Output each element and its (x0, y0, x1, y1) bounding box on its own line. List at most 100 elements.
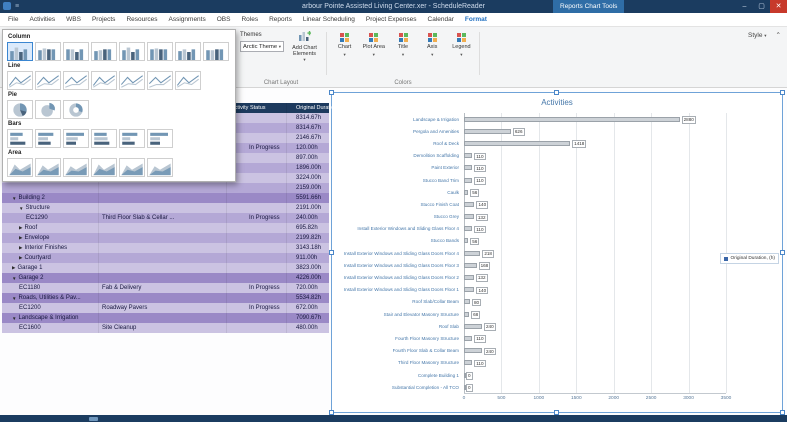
maximize-button[interactable]: ▢ (753, 0, 770, 13)
context-tab-reports-chart-tools[interactable]: Reports Chart Tools (553, 0, 625, 13)
tab-projects[interactable]: Projects (92, 16, 115, 23)
table-row[interactable]: ▶ Interior Finishes 3143.18h (2, 243, 329, 253)
tab-assignments[interactable]: Assignments (169, 16, 206, 23)
duration-column-header[interactable]: Original Duration (286, 103, 337, 113)
minimize-button[interactable]: – (736, 0, 753, 13)
table-row[interactable]: ▶ Courtyard 911.00h (2, 253, 329, 263)
bars-chart-icon[interactable] (7, 129, 33, 148)
collapse-ribbon-icon[interactable]: ⌃ (776, 31, 781, 39)
pie-chart-icon[interactable] (7, 100, 33, 119)
bars-chart-icon[interactable] (119, 129, 145, 148)
bar[interactable] (464, 214, 474, 220)
column-chart-icon[interactable] (35, 42, 61, 61)
table-row[interactable]: ▼ Structure 2191.00h (2, 203, 329, 213)
tab-roles[interactable]: Roles (241, 16, 258, 23)
bar[interactable] (464, 348, 482, 354)
bars-chart-icon[interactable] (91, 129, 117, 148)
selection-handle[interactable] (329, 249, 334, 255)
area-chart-icon[interactable] (119, 158, 145, 177)
bar[interactable] (464, 238, 469, 244)
bar[interactable] (464, 299, 470, 305)
collapse-arrow-icon[interactable]: ▼ (19, 206, 23, 211)
tab-file[interactable]: File (8, 16, 18, 23)
collapse-arrow-icon[interactable]: ▼ (12, 276, 16, 281)
table-row[interactable]: EC1600 Site Cleanup 480.00h (2, 323, 329, 333)
bar[interactable] (464, 360, 473, 366)
selection-handle[interactable] (554, 90, 559, 95)
expand-arrow-icon[interactable]: ▶ (19, 235, 22, 241)
column-chart-icon[interactable] (7, 42, 33, 61)
expand-arrow-icon[interactable]: ▶ (12, 265, 15, 271)
chart-legend[interactable]: Original Duration, (h) (720, 253, 779, 264)
line-chart-icon[interactable] (7, 71, 33, 90)
table-row[interactable]: EC1200 Roadway Pavers In Progress 672.00h (2, 303, 329, 313)
plot-area-color-button[interactable]: Plot Area ▾ (359, 30, 388, 76)
table-row[interactable]: ▼ Garage 2 4226.00h (2, 273, 329, 283)
bar[interactable] (464, 165, 473, 171)
table-row[interactable]: ▼ Building 2 5591.66h (2, 193, 329, 203)
table-row[interactable]: EC1180 Fab & Delivery In Progress 720.00h (2, 283, 329, 293)
tab-reports[interactable]: Reports (269, 16, 292, 23)
bar[interactable] (464, 275, 474, 281)
bar[interactable] (464, 153, 473, 159)
tab-linear-scheduling[interactable]: Linear Scheduling (303, 16, 355, 23)
area-chart-icon[interactable] (35, 158, 61, 177)
area-chart-icon[interactable] (63, 158, 89, 177)
bar[interactable] (464, 116, 680, 122)
expand-arrow-icon[interactable]: ▶ (19, 245, 22, 251)
table-row[interactable]: ▶ Garage 1 3823.00h (2, 263, 329, 273)
bar[interactable] (464, 201, 475, 207)
table-row[interactable]: 2159.00h (2, 183, 329, 193)
bar[interactable] (464, 323, 482, 329)
column-chart-icon[interactable] (147, 42, 173, 61)
tab-resources[interactable]: Resources (126, 16, 157, 23)
table-row[interactable]: EC1290 Third Floor Slab & Cellar ... In Pr… (2, 213, 329, 223)
style-button[interactable]: Style ▾ (748, 32, 767, 39)
line-chart-icon[interactable] (147, 71, 173, 90)
tab-obs[interactable]: OBS (217, 16, 231, 23)
collapse-arrow-icon[interactable]: ▼ (12, 316, 16, 321)
themes-select[interactable]: Arctic Theme ▾ (240, 41, 284, 52)
bar[interactable] (464, 262, 477, 268)
pie-chart-icon[interactable] (63, 100, 89, 119)
bar[interactable] (464, 250, 481, 256)
collapse-arrow-icon[interactable]: ▼ (12, 296, 16, 301)
line-chart-icon[interactable] (175, 71, 201, 90)
area-chart-icon[interactable] (147, 158, 173, 177)
column-chart-icon[interactable] (91, 42, 117, 61)
tab-calendar[interactable]: Calendar (428, 16, 454, 23)
chart-color-button[interactable]: Chart ▾ (330, 30, 359, 76)
bars-chart-icon[interactable] (63, 129, 89, 148)
title-color-button[interactable]: Title ▾ (388, 30, 417, 76)
bar[interactable] (464, 128, 511, 134)
bar[interactable] (464, 287, 475, 293)
selection-handle[interactable] (780, 90, 785, 95)
bar[interactable] (464, 189, 469, 195)
area-chart-icon[interactable] (7, 158, 33, 177)
legend-color-button[interactable]: Legend ▾ (447, 30, 476, 76)
add-chart-elements-button[interactable]: Add Chart Elements ▾ (286, 30, 323, 77)
tab-wbs[interactable]: WBS (66, 16, 81, 23)
bar[interactable] (464, 311, 470, 317)
tab-activities[interactable]: Activities (29, 16, 55, 23)
selection-handle[interactable] (329, 90, 334, 95)
pie-chart-icon[interactable] (35, 100, 61, 119)
line-chart-icon[interactable] (91, 71, 117, 90)
bars-chart-icon[interactable] (147, 129, 173, 148)
line-chart-icon[interactable] (63, 71, 89, 90)
tab-project-expenses[interactable]: Project Expenses (366, 16, 417, 23)
line-chart-icon[interactable] (119, 71, 145, 90)
axis-color-button[interactable]: Axis ▾ (418, 30, 447, 76)
bar[interactable] (464, 140, 571, 146)
area-chart-icon[interactable] (91, 158, 117, 177)
expand-arrow-icon[interactable]: ▶ (19, 255, 22, 261)
table-row[interactable]: ▼ Landscape & Irrigation 7090.67h (2, 313, 329, 323)
column-chart-icon[interactable] (175, 42, 201, 61)
expand-arrow-icon[interactable]: ▶ (19, 225, 22, 231)
column-chart-icon[interactable] (63, 42, 89, 61)
bar[interactable] (464, 226, 473, 232)
tab-format[interactable]: Format (465, 16, 487, 23)
bar[interactable] (464, 335, 473, 341)
close-button[interactable]: ✕ (770, 0, 787, 13)
selection-handle[interactable] (780, 249, 785, 255)
